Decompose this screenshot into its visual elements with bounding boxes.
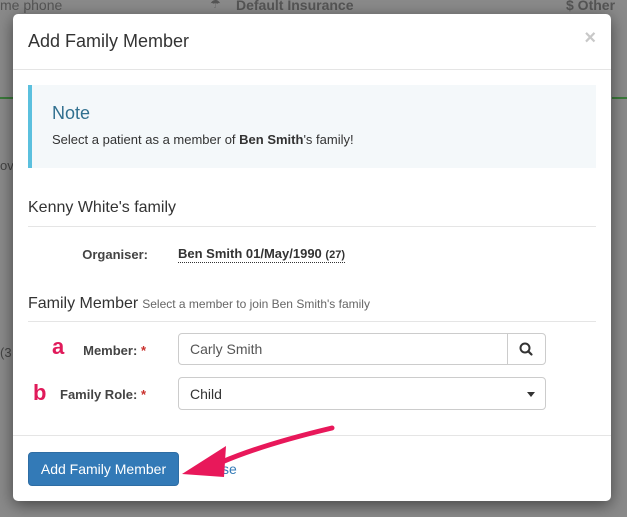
- note-title: Note: [52, 103, 91, 123]
- close-link[interactable]: Close: [201, 461, 237, 477]
- add-family-member-modal: Add Family Member × Note Select a patien…: [13, 14, 611, 501]
- footer-divider: [13, 435, 611, 436]
- add-family-member-button[interactable]: Add Family Member: [28, 452, 179, 486]
- bg-col-phone: me phone: [0, 0, 63, 13]
- family-title: Kenny White's family: [28, 199, 176, 216]
- bg-col-other: $ Other: [566, 0, 616, 13]
- member-input[interactable]: Carly Smith: [178, 333, 508, 365]
- organiser-age: (27): [325, 249, 345, 261]
- note-patient-name: Ben Smith: [239, 132, 304, 147]
- organiser-value[interactable]: Ben Smith 01/May/1990 (27): [178, 246, 345, 263]
- umbrella-icon: ☂: [210, 0, 221, 11]
- annotation-marker-a: a: [52, 334, 65, 359]
- bg-divider-left: [0, 97, 14, 99]
- family-member-section-title: Family Member Select a member to join Ben…: [28, 295, 370, 312]
- divider: [28, 226, 596, 227]
- note-callout: Note Select a patient as a member of Ben…: [28, 85, 596, 168]
- bg-fragment: ov: [0, 158, 14, 173]
- chevron-down-icon: [527, 392, 535, 397]
- organiser-label: Organiser:: [82, 247, 148, 262]
- family-role-label: Family Role: *: [60, 387, 146, 402]
- member-search-button[interactable]: [507, 333, 546, 365]
- search-icon: [519, 342, 533, 356]
- modal-title: Add Family Member: [28, 31, 190, 51]
- bg-fragment: (3: [0, 345, 12, 360]
- annotation-marker-b: b: [33, 380, 47, 405]
- family-member-subtitle: Select a member to join Ben Smith's fami…: [142, 297, 370, 311]
- divider: [28, 321, 596, 322]
- bg-col-insurance: Default Insurance: [236, 0, 354, 13]
- bg-divider-right: [612, 97, 627, 99]
- family-role-select[interactable]: Child: [178, 377, 546, 410]
- close-icon[interactable]: ×: [584, 27, 596, 50]
- note-text: Select a patient as a member of Ben Smit…: [52, 132, 354, 147]
- member-label: Member: *: [83, 343, 146, 358]
- family-role-value: Child: [190, 386, 222, 402]
- modal-header: Add Family Member ×: [13, 14, 611, 70]
